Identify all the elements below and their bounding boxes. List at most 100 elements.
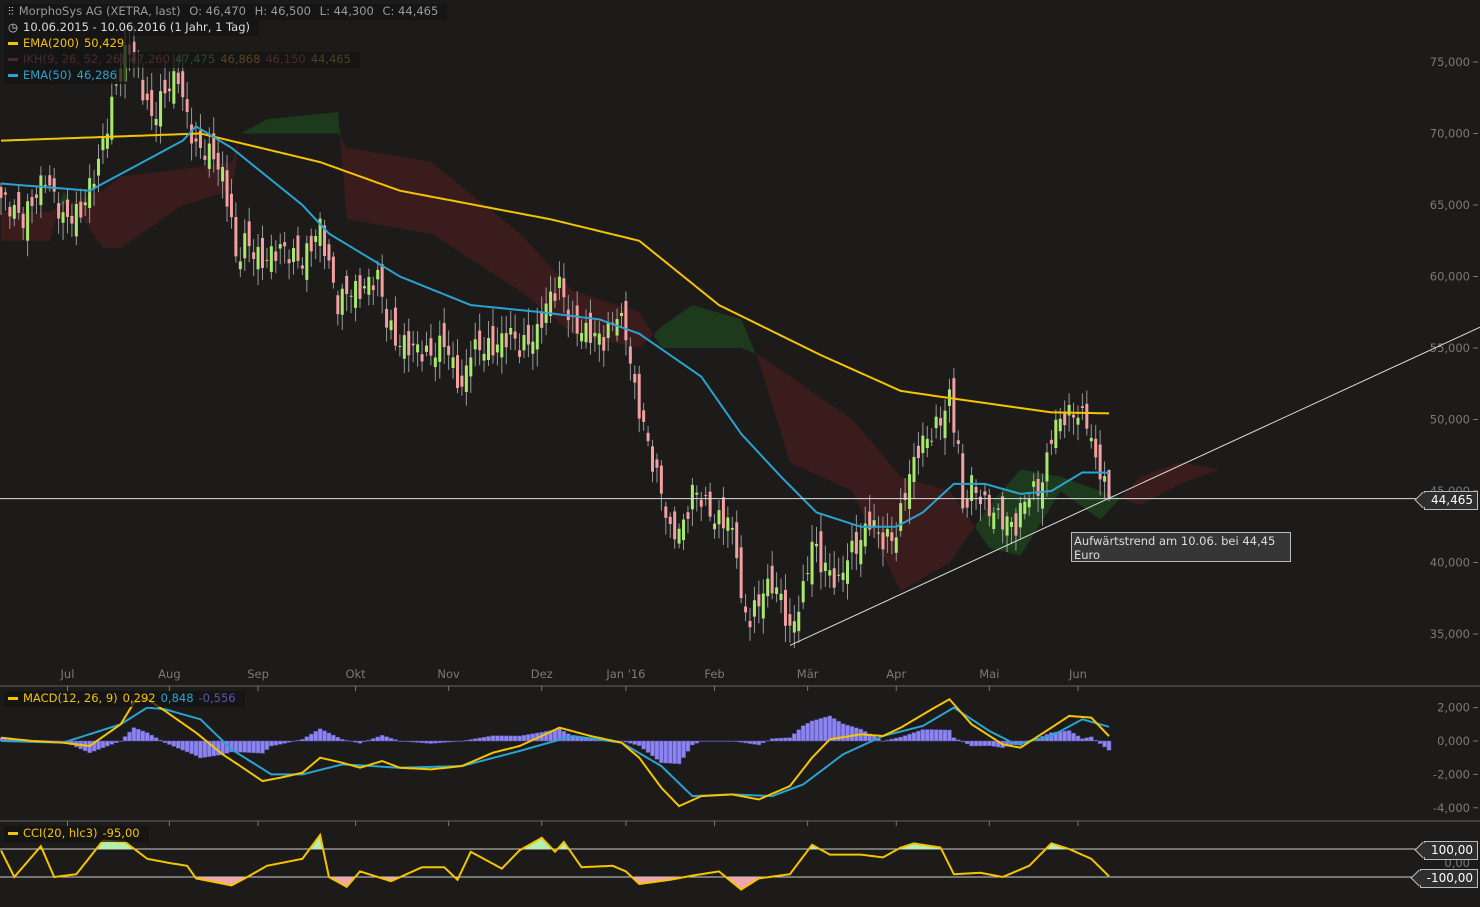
macd-histogram-bar — [335, 736, 341, 742]
candle — [708, 482, 712, 522]
macd-axis-label: -2,000 — [1433, 767, 1470, 781]
macd-histogram-bar — [472, 738, 478, 742]
candle-body — [402, 335, 406, 359]
macd-histogram-bar — [246, 740, 252, 753]
candle-body — [1085, 403, 1089, 429]
candle — [411, 330, 415, 363]
candle-body — [504, 333, 508, 348]
candle — [1080, 393, 1084, 420]
candle-body — [597, 333, 601, 345]
candle — [947, 378, 951, 423]
candle — [105, 118, 109, 158]
macd-histogram-bar — [269, 740, 274, 747]
macd-histogram-bar — [371, 738, 376, 742]
macd-histogram-bar — [508, 735, 513, 742]
candle-body — [207, 143, 211, 169]
macd-histogram-bar — [428, 740, 434, 744]
macd-histogram-bar — [636, 740, 642, 746]
macd-histogram-bar — [304, 736, 310, 742]
candle — [726, 506, 730, 548]
candle — [752, 586, 756, 634]
candle-body — [939, 418, 943, 426]
candle — [713, 514, 717, 539]
candle — [704, 486, 708, 506]
macd-histogram-bar — [663, 740, 669, 764]
candle — [735, 510, 739, 569]
macd-histogram-bar — [978, 740, 983, 747]
macd-histogram-bar — [707, 740, 713, 742]
candle — [1089, 424, 1093, 449]
candle-body — [921, 435, 925, 453]
macd-histogram-bar — [929, 729, 934, 742]
candle — [1072, 402, 1076, 435]
last-price-tag: 44,465 — [1424, 491, 1478, 510]
candle-body — [150, 90, 154, 116]
candle-body — [593, 332, 597, 337]
macd-histogram-bar — [512, 735, 518, 742]
candle — [238, 247, 242, 278]
legend-macd[interactable]: MACD(12, 26, 9) 0,292 0,848 -0,556 — [4, 691, 245, 707]
macd-histogram-bar — [991, 740, 997, 747]
macd-histogram-bar — [1080, 738, 1085, 742]
candle — [57, 192, 61, 234]
trend-annotation[interactable]: Aufwärtstrend am 10.06. bei 44,45 Euro — [1071, 532, 1291, 562]
candle — [345, 270, 349, 312]
candle-body — [296, 235, 300, 261]
legend-ema50[interactable]: EMA(50) 46,286 — [4, 68, 126, 84]
candle-body — [606, 323, 610, 338]
macd-histogram-bar — [366, 739, 372, 742]
macd-histogram-bar — [153, 737, 159, 742]
candle-body — [637, 373, 641, 419]
candle-body — [354, 281, 358, 308]
candle-body — [309, 235, 313, 252]
candle-body — [460, 375, 464, 387]
candle-body — [420, 354, 424, 362]
macd-histogram-bar — [1071, 732, 1076, 742]
candle — [269, 234, 273, 280]
month-label: Jan '16 — [605, 667, 645, 681]
candle — [287, 249, 291, 280]
histogram-value: -0,556 — [198, 691, 236, 705]
candle-body — [0, 187, 3, 198]
candle-body — [797, 611, 801, 632]
candle-body — [1023, 501, 1027, 514]
month-label: Jul — [60, 667, 75, 681]
candle-body — [154, 118, 158, 126]
candle-body — [455, 355, 459, 388]
macd-histogram-bar — [947, 729, 952, 742]
candle — [744, 593, 748, 622]
candle-body — [1005, 516, 1009, 536]
macd-histogram-bar — [765, 740, 770, 742]
macd-histogram-bar — [486, 736, 491, 742]
price-axis-label: 70,000 — [1430, 127, 1470, 141]
macd-histogram-bar — [127, 731, 132, 742]
candle-body — [846, 560, 850, 584]
legend-ema200[interactable]: EMA(200) 50,429 — [4, 36, 134, 52]
macd-histogram-bar — [1093, 739, 1098, 742]
macd-histogram-bar — [242, 740, 248, 753]
legend-cci[interactable]: CCI(20, hlc3) -95,00 — [4, 826, 149, 842]
macd-histogram-bar — [300, 739, 305, 742]
candle-body — [48, 175, 52, 186]
date-range-legend: ◷ 10.06.2015 - 10.06.2016 (1 Jahr, 1 Tag) — [4, 20, 260, 36]
candle — [717, 500, 721, 539]
candle-body — [278, 244, 282, 249]
macd-histogram-bar — [357, 740, 363, 744]
candle — [535, 307, 539, 367]
macd-histogram-bar — [415, 740, 420, 743]
candle — [921, 422, 925, 467]
candle-body — [88, 178, 92, 208]
stock-chart[interactable]: 35,00040,00045,00050,00055,00060,00065,0… — [0, 0, 1480, 907]
macd-histogram-bar — [982, 740, 988, 747]
signal-line — [0, 706, 1110, 798]
candle-body — [12, 204, 16, 219]
candle-body — [411, 343, 415, 346]
candle-body — [965, 498, 969, 508]
macd-histogram-bar — [517, 735, 522, 742]
candle-body — [885, 528, 889, 537]
candle — [806, 556, 810, 582]
candle-body — [429, 338, 433, 356]
legend-ikh[interactable]: IKH(9, 26, 52, 26) 47,260 47,475 46,868 46,1… — [4, 52, 360, 68]
macd-histogram-bar — [973, 740, 979, 747]
candle-body — [469, 357, 473, 377]
